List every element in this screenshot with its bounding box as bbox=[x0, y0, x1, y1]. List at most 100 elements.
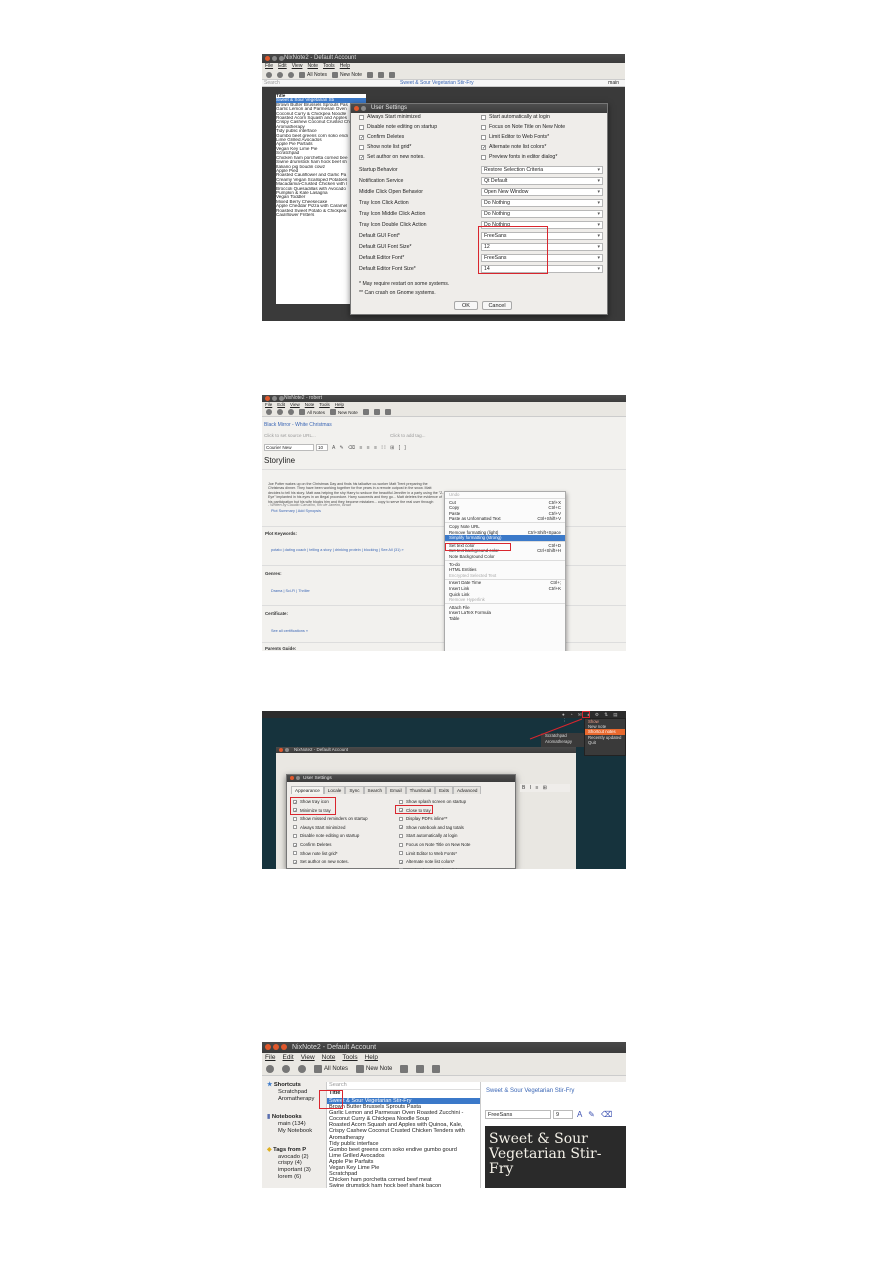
maximize-icon[interactable] bbox=[281, 1044, 287, 1050]
context-menu-item[interactable]: Note Background Color bbox=[445, 554, 565, 560]
tab-advanced[interactable]: Advanced bbox=[453, 786, 482, 794]
list-header[interactable]: Title bbox=[327, 1090, 480, 1098]
checkbox-icon[interactable] bbox=[481, 114, 486, 120]
settings-checkbox[interactable]: Show missed reminders on startup bbox=[293, 816, 368, 821]
settings-checkbox[interactable]: Show note list grid* bbox=[359, 144, 411, 150]
font-size-select[interactable]: 10 bbox=[316, 444, 328, 451]
setting-select[interactable]: Qt Default bbox=[481, 177, 603, 185]
settings-checkbox[interactable]: ✓ Alternate note list colors* bbox=[399, 859, 455, 864]
list-item[interactable]: Crispy Cashew Coconut Crusted Chicken Te… bbox=[327, 1128, 480, 1134]
menu-tools[interactable]: Tools bbox=[319, 402, 330, 408]
tag-important[interactable]: important (3) bbox=[262, 1167, 326, 1174]
checkbox-icon[interactable] bbox=[399, 816, 403, 821]
list-item[interactable]: Swine drumstick ham hock beef shank baco… bbox=[327, 1183, 480, 1188]
menu-help[interactable]: Help bbox=[340, 63, 350, 70]
note-breadcrumb[interactable]: Black Mirror - White Christmas bbox=[264, 422, 332, 428]
font-select[interactable]: FreeSans bbox=[485, 1110, 551, 1119]
settings-checkbox[interactable]: Preview fonts in editor dialog* bbox=[481, 154, 557, 160]
menu-edit[interactable]: Edit bbox=[278, 63, 287, 70]
context-menu-item[interactable]: Table bbox=[445, 616, 565, 622]
checkbox-icon[interactable]: ✓ bbox=[481, 144, 486, 150]
sidebar-item-aromatherapy[interactable]: Aromatherapy bbox=[262, 1096, 326, 1103]
print-icon[interactable] bbox=[377, 71, 384, 78]
menu-file[interactable]: File bbox=[265, 63, 273, 70]
checkbox-icon[interactable] bbox=[293, 851, 297, 856]
minimize-icon[interactable] bbox=[285, 748, 289, 752]
ok-button[interactable]: OK bbox=[454, 301, 478, 310]
minimize-icon[interactable] bbox=[296, 776, 300, 780]
certificate-link[interactable]: See all certifications » bbox=[271, 629, 308, 633]
tab-sync[interactable]: Sync bbox=[345, 786, 364, 794]
format-icons[interactable]: A ✎ ⌫ bbox=[577, 1110, 614, 1119]
new-note-button[interactable]: New Note bbox=[356, 1064, 392, 1073]
checkbox-icon[interactable]: ✓ bbox=[293, 859, 297, 864]
tag-avocado[interactable]: avocado (2) bbox=[262, 1154, 326, 1161]
font-size-select[interactable]: 9 bbox=[553, 1110, 573, 1119]
email-icon[interactable] bbox=[388, 71, 395, 78]
checkbox-icon[interactable] bbox=[481, 154, 486, 160]
settings-checkbox[interactable]: ✓ Alternate note list colors* bbox=[481, 144, 546, 150]
menu-note[interactable]: Note bbox=[305, 402, 315, 408]
shortcuts-header[interactable]: ★ Shortcuts bbox=[262, 1082, 326, 1089]
minimize-icon[interactable] bbox=[272, 56, 277, 61]
editor-format-icons[interactable]: B I ≡ ⊞ bbox=[520, 784, 570, 792]
menu-note[interactable]: Note bbox=[322, 1053, 336, 1062]
trash-icon[interactable] bbox=[400, 1064, 409, 1073]
close-icon[interactable] bbox=[265, 56, 270, 61]
settings-checkbox[interactable]: Start automatically at login bbox=[481, 114, 550, 120]
checkbox-icon[interactable] bbox=[359, 114, 364, 120]
checkbox-icon[interactable] bbox=[293, 825, 297, 830]
settings-checkbox[interactable]: ✓ Confirm Deletes bbox=[359, 134, 404, 140]
checkbox-icon[interactable]: ✓ bbox=[359, 134, 364, 140]
format-toolbar-icons[interactable]: A ✎ ⌫ ≡ ≡ ≡ ⁞⁞ ⊞ [ ] bbox=[332, 445, 407, 451]
back-icon[interactable] bbox=[266, 71, 272, 78]
checkbox-icon[interactable] bbox=[481, 134, 486, 140]
settings-checkbox[interactable]: ✓ Confirm Deletes bbox=[293, 842, 331, 847]
settings-checkbox[interactable]: Disable note editing on startup bbox=[293, 833, 359, 838]
back-icon[interactable] bbox=[266, 409, 272, 415]
notebooks-header[interactable]: ▮ Notebooks bbox=[262, 1114, 326, 1121]
all-notes-button[interactable]: All Notes bbox=[299, 71, 327, 78]
genres-links[interactable]: Drama | Sci-Fi | Thriller bbox=[271, 589, 310, 593]
menu-help[interactable]: Help bbox=[365, 1053, 378, 1062]
settings-checkbox[interactable]: Show note list grid* bbox=[293, 851, 338, 856]
sidebar-item-scratchpad[interactable]: Scratchpad bbox=[262, 1089, 326, 1096]
close-icon[interactable] bbox=[265, 1044, 271, 1050]
menu-help[interactable]: Help bbox=[335, 402, 344, 408]
trash-icon[interactable] bbox=[362, 409, 369, 415]
source-url-field[interactable]: Click to set source URL... bbox=[264, 433, 316, 438]
note-title[interactable]: Sweet & Sour Vegetarian Stir-Fry bbox=[382, 80, 474, 86]
close-icon[interactable] bbox=[279, 748, 283, 752]
keywords-links[interactable]: potato | dating coach | telling a story … bbox=[271, 548, 404, 552]
all-notes-button[interactable]: All Notes bbox=[299, 409, 325, 415]
all-notes-button[interactable]: All Notes bbox=[314, 1064, 348, 1073]
context-menu-item[interactable]: Paste as Unformatted Text Ctrl+Shift+V bbox=[445, 516, 565, 522]
print-icon[interactable] bbox=[373, 409, 380, 415]
tab-thumbnail[interactable]: Thumbnail bbox=[405, 786, 436, 794]
tab-locale[interactable]: Locale bbox=[323, 786, 346, 794]
checkbox-icon[interactable] bbox=[399, 833, 403, 838]
font-select[interactable]: Courier New bbox=[264, 444, 314, 451]
tag-crispy[interactable]: crispy (4) bbox=[262, 1160, 326, 1167]
forward-icon[interactable] bbox=[282, 1064, 290, 1073]
checkbox-icon[interactable] bbox=[399, 868, 403, 869]
notebook-select[interactable]: main bbox=[608, 80, 625, 86]
checkbox-icon[interactable] bbox=[359, 124, 364, 130]
tab-email[interactable]: Email bbox=[386, 786, 406, 794]
tags-header[interactable]: ◆ Tags from P bbox=[262, 1147, 326, 1154]
settings-checkbox[interactable]: Display PDFs inline** bbox=[399, 816, 447, 821]
maximize-icon[interactable] bbox=[279, 396, 284, 401]
settings-checkbox[interactable]: Always Start minimized bbox=[359, 114, 421, 120]
checkbox-icon[interactable]: ✓ bbox=[359, 154, 364, 160]
menu-file[interactable]: File bbox=[265, 1053, 275, 1062]
sync-icon[interactable] bbox=[288, 409, 294, 415]
setting-select[interactable]: Do Nothing bbox=[481, 199, 603, 207]
menu-view[interactable]: View bbox=[292, 63, 303, 70]
new-note-button[interactable]: New Note bbox=[332, 71, 362, 78]
close-icon[interactable] bbox=[354, 106, 359, 111]
setting-select[interactable]: Do Nothing bbox=[481, 210, 603, 218]
settings-checkbox[interactable]: Preview fonts in editor dialog* bbox=[399, 868, 464, 869]
sync-icon[interactable] bbox=[288, 71, 294, 78]
settings-checkbox[interactable]: Disable note editing on startup bbox=[359, 124, 437, 130]
menu-tools[interactable]: Tools bbox=[342, 1053, 357, 1062]
